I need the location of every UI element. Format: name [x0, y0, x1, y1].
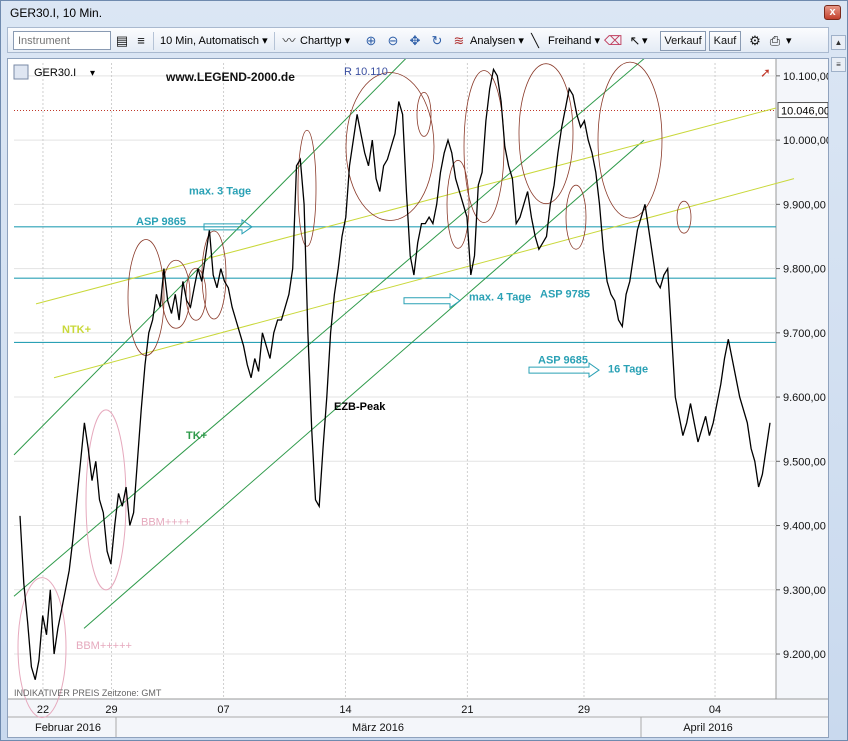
chart-symbol: GER30.I — [34, 67, 76, 79]
instrument-input[interactable] — [13, 31, 111, 50]
x-day-label: 04 — [709, 704, 721, 716]
indicator-list-icon[interactable]: ≡ — [132, 32, 150, 50]
y-tick-label: 9.600,00 — [783, 392, 826, 404]
charttype-label: Charttyp — [300, 35, 342, 47]
print-icon[interactable]: ⎙ — [766, 32, 784, 50]
timeframe-label: 10 Min, Automatisch — [160, 35, 260, 47]
y-tick-label: 9.900,00 — [783, 199, 826, 211]
window-title: GER30.I, 10 Min. — [10, 6, 103, 20]
x-day-label: 14 — [339, 704, 351, 716]
y-tick-label: 10.100,00 — [783, 71, 828, 83]
trend-channel-line — [13, 59, 645, 597]
freihand-label: Freihand — [548, 35, 592, 47]
y-tick-label: 9.400,00 — [783, 521, 826, 533]
sell-button[interactable]: Verkauf — [660, 31, 706, 51]
time-arrow — [403, 292, 461, 309]
toolbar-divider — [153, 32, 154, 50]
x-day-label: 21 — [461, 704, 473, 716]
x-day-label: 22 — [37, 704, 49, 716]
x-month-label: April 2016 — [683, 722, 733, 734]
cycle-ellipse — [127, 239, 165, 356]
x-month-label: Februar 2016 — [35, 722, 101, 734]
annotation-ntk: NTK+ — [62, 324, 91, 336]
line-chart-icon[interactable]: 〰 — [280, 32, 298, 50]
zoom-out-icon[interactable]: ⊖ — [384, 32, 402, 50]
print-dropdown[interactable]: ▾ — [786, 31, 792, 51]
instrument-picker-icon[interactable]: ▤ — [113, 32, 131, 50]
annotation-bbm2: BBM+++++ — [76, 640, 132, 652]
freihand-dropdown[interactable]: Freihand ▾ — [548, 31, 600, 51]
annotation-tk: TK+ — [186, 430, 207, 442]
x-month-label: März 2016 — [352, 722, 404, 734]
yellow-trendline — [35, 107, 777, 305]
sell-label: Verkauf — [664, 35, 702, 47]
annotation-ezb: EZB-Peak — [334, 401, 386, 413]
refresh-icon[interactable]: ↻ — [428, 32, 446, 50]
toolbar-divider — [274, 32, 275, 50]
annotation-asp9785: ASP 9785 — [540, 288, 590, 300]
analysis-icon[interactable]: ≋ — [450, 32, 468, 50]
y-tick-label: 10.000,00 — [783, 135, 828, 147]
resistance-label: R 10.110 — [344, 66, 388, 78]
y-tick-label: 9.500,00 — [783, 456, 826, 468]
x-day-label: 29 — [105, 704, 117, 716]
price-chart[interactable]: 10.100,00 10.000,00 9.900,00 9.800,00 9.700,… — [8, 59, 828, 737]
y-tick-label: 9.300,00 — [783, 585, 826, 597]
charttype-dropdown[interactable]: Charttyp ▾ — [300, 31, 350, 51]
eraser-icon[interactable]: ⌫ — [604, 32, 622, 50]
website-label: www.LEGEND-2000.de — [165, 70, 295, 84]
buy-label: Kauf — [713, 35, 737, 47]
y-tick-label: 9.200,00 — [783, 649, 826, 661]
annotation-asp9685: ASP 9685 — [538, 355, 588, 367]
app-window: GER30.I, 10 Min. x ▤ ≡ 10 Min, Automatis… — [0, 0, 848, 741]
panel-toggle-icon[interactable]: ≡ — [831, 57, 846, 72]
x-day-label: 29 — [578, 704, 590, 716]
close-button[interactable]: x — [824, 5, 841, 20]
cycle-ellipse — [565, 184, 587, 250]
chart-toolbar: ▤ ≡ 10 Min, Automatisch ▾ 〰 Charttyp ▾ ⊕… — [7, 27, 829, 53]
chart-panel[interactable]: 10.100,00 10.000,00 9.900,00 9.800,00 9.700,… — [7, 58, 829, 738]
x-day-label: 07 — [217, 704, 229, 716]
last-price-label: 10.046,00 — [781, 106, 828, 118]
y-tick-label: 9.700,00 — [783, 328, 826, 340]
price-series-line — [19, 67, 771, 680]
cycle-ellipse — [676, 200, 692, 234]
annotation-bbm1: BBM++++ — [141, 517, 191, 529]
settings-icon[interactable]: ⚙ — [746, 32, 764, 50]
title-bar: GER30.I, 10 Min. x — [2, 2, 847, 24]
annotation-tage16: 16 Tage — [608, 364, 648, 376]
close-icon: x — [829, 6, 836, 18]
symbol-dropdown-icon: ▾ — [90, 68, 95, 79]
trend-channel-line — [83, 139, 645, 629]
side-scrollbar[interactable]: ▲ ≡ — [830, 27, 847, 738]
cycle-ellipse — [297, 129, 317, 247]
timeframe-dropdown[interactable]: 10 Min, Automatisch ▾ — [160, 31, 268, 51]
move-icon[interactable]: ✥ — [406, 32, 424, 50]
analysen-label: Analysen — [470, 35, 516, 47]
cycle-ellipse — [518, 63, 574, 205]
pen-icon[interactable]: ╲ — [526, 32, 544, 50]
chart-footer-note: INDIKATIVER PREIS Zeitzone: GMT — [14, 688, 162, 698]
annotation-max3: max. 3 Tage — [189, 186, 251, 198]
pointer-dropdown[interactable]: ▾ — [642, 31, 648, 51]
trend-indicator-icon: ➚ — [760, 65, 771, 80]
annotation-max4: max. 4 Tage — [469, 292, 531, 304]
zoom-in-icon[interactable]: ⊕ — [362, 32, 380, 50]
instrument-logo — [13, 64, 29, 80]
annotation-asp9865: ASP 9865 — [136, 216, 186, 228]
y-tick-label: 9.800,00 — [783, 264, 826, 276]
analysen-dropdown[interactable]: Analysen ▾ — [470, 31, 524, 51]
scroll-up-icon[interactable]: ▲ — [831, 35, 846, 50]
buy-button[interactable]: Kauf — [709, 31, 741, 51]
